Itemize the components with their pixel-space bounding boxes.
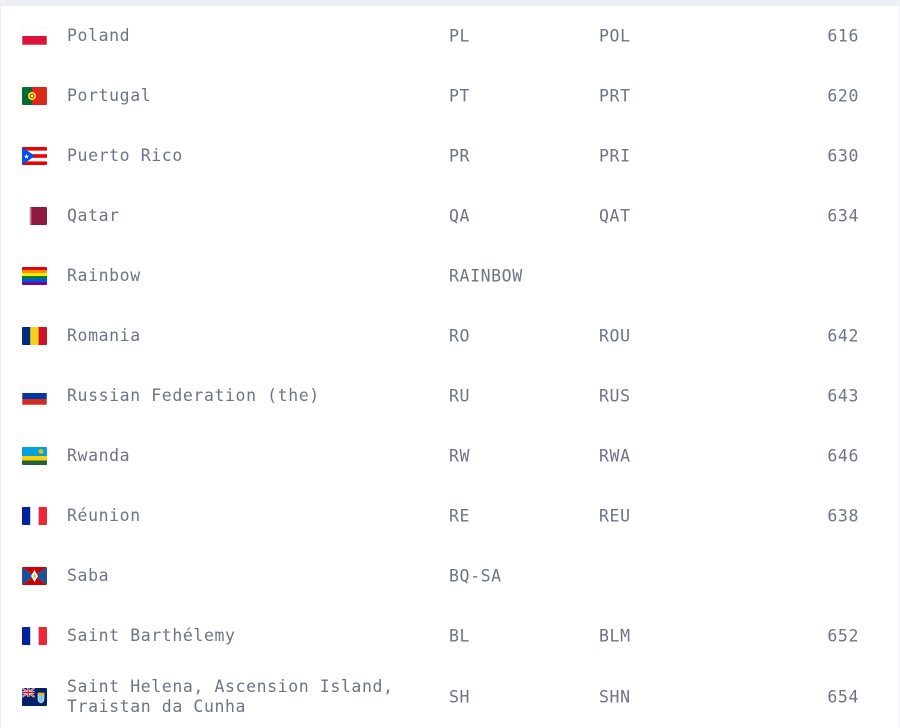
flag-russia-icon [22, 387, 47, 405]
numeric-code: 616 [827, 26, 859, 46]
country-name: Saba [67, 566, 110, 585]
table-row[interactable]: Portugal PT PRT 620 [1, 66, 899, 126]
flag-reunion-icon [22, 507, 47, 525]
flag-rainbow-icon [22, 267, 47, 285]
alpha2-code: RO [449, 326, 471, 346]
alpha3-code: QAT [599, 206, 631, 226]
alpha3-code: PRT [599, 86, 631, 106]
country-name: Poland [67, 26, 131, 45]
country-name: Romania [67, 326, 141, 345]
table-row[interactable]: Saba BQ-SA [1, 546, 899, 606]
flag-saba-icon [22, 567, 47, 585]
country-codes-table: Poland PL POL 616 Portugal PT PRT 620 Pu… [0, 6, 900, 728]
alpha3-code: POL [599, 26, 631, 46]
alpha3-code: RUS [599, 386, 631, 406]
alpha2-code: RAINBOW [449, 266, 523, 286]
country-name: Puerto Rico [67, 146, 183, 165]
country-name: Portugal [67, 86, 152, 105]
flag-qatar-icon [22, 207, 47, 225]
table-row[interactable]: Puerto Rico PR PRI 630 [1, 126, 899, 186]
numeric-code: 654 [827, 687, 859, 707]
country-name: Russian Federation (the) [67, 386, 320, 405]
alpha2-code: PL [449, 26, 471, 46]
alpha2-code: QA [449, 206, 471, 226]
flag-portugal-icon [22, 87, 47, 105]
alpha3-code: ROU [599, 326, 631, 346]
flag-poland-icon [22, 27, 47, 45]
alpha2-code: BQ-SA [449, 566, 502, 586]
flag-saint-helena-icon [22, 688, 47, 706]
alpha2-code: RU [449, 386, 471, 406]
alpha3-code: PRI [599, 146, 631, 166]
table-row[interactable]: Russian Federation (the) RU RUS 643 [1, 366, 899, 426]
table-row[interactable]: Qatar QA QAT 634 [1, 186, 899, 246]
alpha2-code: RW [449, 446, 471, 466]
flag-saint-barthelemy-icon [22, 627, 47, 645]
country-name: Réunion [67, 506, 141, 525]
flag-rwanda-icon [22, 447, 47, 465]
flag-puerto-rico-icon [22, 147, 47, 165]
country-name: Rainbow [67, 266, 141, 285]
table-row[interactable]: Rainbow RAINBOW [1, 246, 899, 306]
country-name: Saint Helena, Ascension Island, Traistan… [67, 677, 394, 716]
alpha3-code: RWA [599, 446, 631, 466]
numeric-code: 652 [827, 626, 859, 646]
numeric-code: 620 [827, 86, 859, 106]
alpha3-code: SHN [599, 687, 631, 707]
table-row[interactable]: Poland PL POL 616 [1, 6, 899, 66]
table-row[interactable]: Réunion RE REU 638 [1, 486, 899, 546]
alpha3-code: BLM [599, 626, 631, 646]
table-row[interactable]: Rwanda RW RWA 646 [1, 426, 899, 486]
table-row[interactable]: Saint Barthélemy BL BLM 652 [1, 606, 899, 666]
country-name: Saint Barthélemy [67, 626, 236, 645]
alpha3-code: REU [599, 506, 631, 526]
numeric-code: 642 [827, 326, 859, 346]
alpha2-code: PR [449, 146, 471, 166]
alpha2-code: BL [449, 626, 471, 646]
alpha2-code: PT [449, 86, 471, 106]
table-row[interactable]: Saint Helena, Ascension Island, Traistan… [1, 666, 899, 728]
numeric-code: 643 [827, 386, 859, 406]
flag-romania-icon [22, 327, 47, 345]
country-name: Rwanda [67, 446, 131, 465]
alpha2-code: SH [449, 687, 471, 707]
numeric-code: 638 [827, 506, 859, 526]
numeric-code: 634 [827, 206, 859, 226]
numeric-code: 646 [827, 446, 859, 466]
numeric-code: 630 [827, 146, 859, 166]
table-row[interactable]: Romania RO ROU 642 [1, 306, 899, 366]
country-name: Qatar [67, 206, 120, 225]
alpha2-code: RE [449, 506, 471, 526]
